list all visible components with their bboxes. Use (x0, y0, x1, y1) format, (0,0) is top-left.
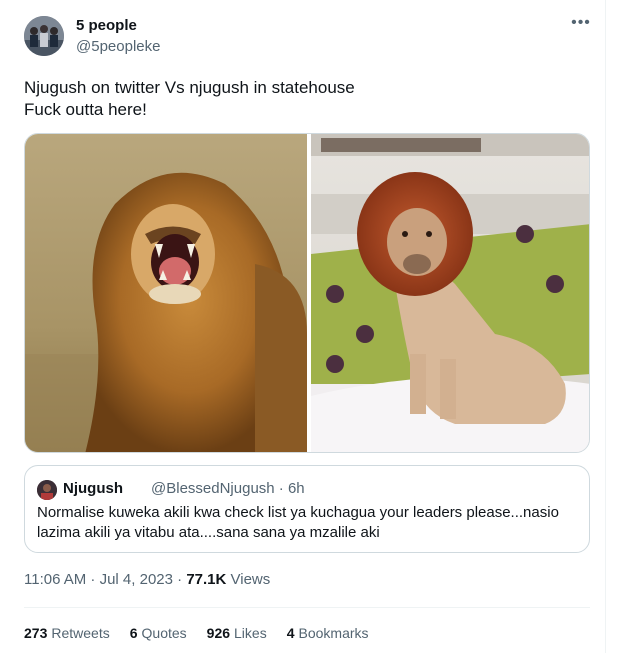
retweets-stat[interactable]: 273 Retweets (24, 625, 110, 641)
views-count: 77.1K (186, 571, 227, 588)
bookmarks-count: 4 (286, 625, 295, 641)
divider (24, 607, 590, 608)
author-name[interactable]: 5 people (76, 17, 137, 34)
author-avatar[interactable] (24, 16, 64, 56)
quoted-tweet-text: Normalise kuweka akili kwa check list ya… (37, 504, 559, 541)
quoted-author-avatar[interactable] (37, 480, 57, 500)
quotes-count: 6 (129, 625, 138, 641)
tweet-card: 5 people @5peopleke ••• Njugush on twitt… (0, 0, 606, 653)
quoted-tweet[interactable]: Njugush @BlessedNjugush · 6h Normalise k… (24, 465, 590, 553)
quoted-author-meta: @BlessedNjugush · 6h (151, 480, 305, 497)
retweets-label: Retweets (51, 625, 110, 641)
dog-photo[interactable] (311, 134, 590, 453)
likes-count: 926 (206, 625, 231, 641)
tweet-text-line2: Fuck outta here! (24, 100, 147, 119)
tweet-text-line1: Njugush on twitter Vs njugush in stateho… (24, 78, 355, 97)
lion-photo[interactable] (25, 134, 307, 453)
engagement-stats: 273 Retweets 6 Quotes 926 Likes 4 Bookmarks (24, 625, 369, 641)
author-handle[interactable]: @5peopleke (76, 38, 160, 55)
more-icon[interactable]: ••• (568, 14, 594, 36)
quotes-label: Quotes (141, 625, 187, 641)
tweet-meta: 11:06 AM · Jul 4, 2023 · 77.1K Views (24, 571, 270, 588)
likes-stat[interactable]: 926 Likes (207, 625, 267, 641)
media-grid (24, 133, 590, 453)
retweets-count: 273 (24, 625, 48, 641)
quoted-author-name[interactable]: Njugush (63, 480, 123, 497)
bookmarks-label: Bookmarks (298, 625, 369, 641)
bookmarks-stat[interactable]: 4 Bookmarks (287, 625, 369, 641)
likes-label: Likes (234, 625, 267, 641)
quotes-stat[interactable]: 6 Quotes (130, 625, 187, 641)
views-label: Views (226, 571, 271, 588)
tweet-timestamp[interactable]: 11:06 AM · Jul 4, 2023 · (24, 571, 186, 588)
tweet-text: Njugush on twitter Vs njugush in stateho… (24, 77, 355, 121)
